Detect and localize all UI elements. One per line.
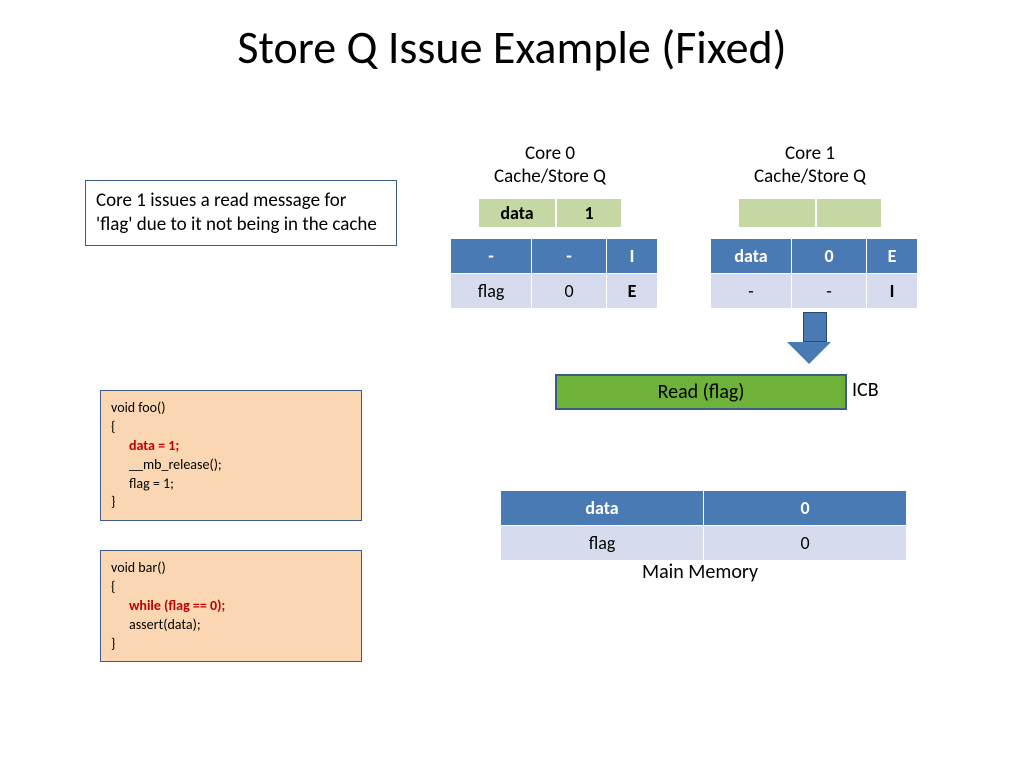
cache-cell: E [867,239,918,274]
main-memory-table: data 0 flag 0 [500,490,907,561]
mem-cell: 0 [704,491,907,526]
code-line: __mb_release(); [111,456,351,475]
mem-cell: data [501,491,704,526]
code-line: { [111,578,115,595]
cache-cell: 0 [532,274,607,309]
cache-cell: I [867,274,918,309]
cache-cell: - [711,274,792,309]
code-line: assert(data); [111,616,351,635]
code-line: void foo() [111,399,166,416]
code-line: } [111,493,115,510]
cache-cell: 0 [792,239,867,274]
code-line: void bar() [111,559,166,576]
code-line: } [111,635,115,652]
storeq-cell: 1 [556,198,622,228]
mem-cell: 0 [704,526,907,561]
storeq-cell [738,198,816,228]
core1-storeq [738,198,882,228]
code-line: flag = 1; [111,475,351,494]
mem-cell: flag [501,526,704,561]
storeq-cell [816,198,882,228]
code-line: { [111,418,115,435]
cache-cell: data [711,239,792,274]
storeq-cell: data [478,198,556,228]
code-bar: void bar() { while (flag == 0); assert(d… [100,550,362,662]
arrow-down-icon [798,312,831,364]
icb-bar: Read (flag) [555,374,847,410]
cache-cell: - [532,239,607,274]
cache-cell: - [451,239,532,274]
cache-cell: flag [451,274,532,309]
main-memory-label: Main Memory [500,560,900,584]
core1-label: Core 1Cache/Store Q [720,142,900,188]
core0-storeq: data 1 [478,198,622,228]
code-line: while (flag == 0); [111,597,351,616]
icb-label: ICB [852,378,879,402]
core0-label: Core 0Cache/Store Q [460,142,640,188]
cache-cell: E [607,274,658,309]
core0-cache-table: - - I flag 0 E [450,238,658,309]
explanation-note: Core 1 issues a read message for 'flag' … [85,180,397,246]
slide-title: Store Q Issue Example (Fixed) [0,20,1024,76]
cache-cell: - [792,274,867,309]
code-line: data = 1; [111,437,351,456]
core1-cache-table: data 0 E - - I [710,238,918,309]
cache-cell: I [607,239,658,274]
code-foo: void foo() { data = 1; __mb_release(); f… [100,390,362,521]
